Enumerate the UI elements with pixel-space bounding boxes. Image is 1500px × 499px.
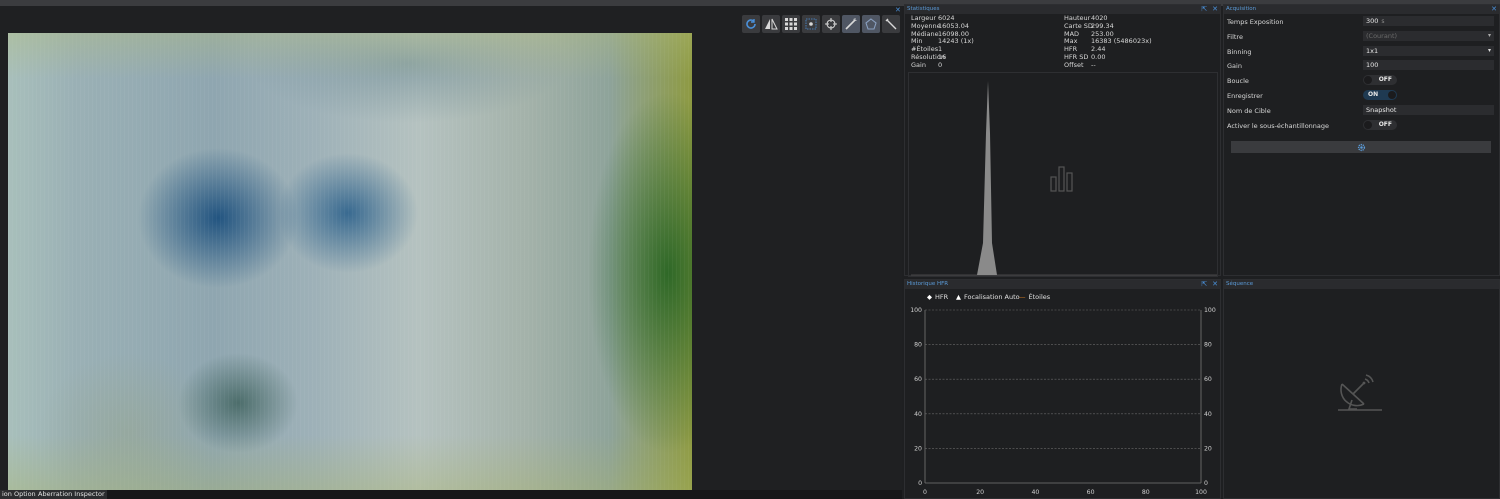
save-row: Enregistrer ON — [1227, 89, 1497, 104]
exposure-input[interactable]: 300 s — [1363, 16, 1494, 26]
image-toolbar — [742, 15, 900, 33]
x-tick-label: 80 — [1142, 489, 1150, 496]
flip-button[interactable] — [762, 15, 780, 33]
stat-label: Gain — [911, 60, 926, 69]
satellite-dish-icon — [1338, 374, 1382, 411]
y-tick-label-right: 20 — [1204, 445, 1212, 452]
close-icon[interactable]: ✕ — [1491, 5, 1497, 14]
gain-label: Gain — [1227, 62, 1242, 71]
statistics-table: Largeur 6024 Hauteur 4020 Moyenne 16053.04 Ca… — [911, 14, 1221, 70]
filter-select[interactable]: (Courant) ▾ — [1363, 30, 1494, 41]
rotate-button[interactable] — [742, 15, 760, 33]
save-toggle[interactable]: ON — [1363, 89, 1397, 100]
filter-row: Filtre (Courant) ▾ — [1227, 30, 1497, 45]
x-tick-label: 40 — [1031, 489, 1039, 496]
close-icon[interactable]: ✕ — [1212, 5, 1218, 14]
grid-button[interactable] — [782, 15, 800, 33]
statistics-panel: Statistiques ⇱ ✕ Largeur 6024 Hauteur 4020 M… — [904, 4, 1221, 277]
binning-label: Binning — [1227, 47, 1252, 56]
bottom-tab-bar — [0, 490, 902, 499]
x-tick-label: 100 — [1195, 489, 1207, 496]
y-tick-label-right: 100 — [1204, 307, 1216, 314]
gain-input[interactable]: 100 — [1363, 60, 1494, 71]
histogram — [908, 72, 1218, 277]
stat-label: Offset — [1064, 60, 1084, 69]
stat-value: 0 — [938, 60, 943, 69]
acquisition-form: Temps Exposition 300 s Filtre (Courant) ▾ … — [1227, 15, 1497, 133]
y-tick-label-right: 80 — [1204, 342, 1212, 349]
exposure-row: Temps Exposition 300 s — [1227, 15, 1497, 30]
pin-icon[interactable]: ⇱ — [1201, 5, 1207, 14]
shape-icon — [865, 18, 877, 30]
star-crosshair-icon — [805, 18, 817, 30]
panel-title: Statistiques — [905, 5, 1220, 14]
x-tick-label: 20 — [976, 489, 984, 496]
target-name-label: Nom de Cible — [1227, 106, 1271, 115]
y-tick-label-right: 40 — [1204, 411, 1212, 418]
tab-options[interactable]: ion Options — [0, 490, 42, 499]
star-detection-button[interactable] — [802, 15, 820, 33]
panel-title: Historique HFR — [905, 280, 1220, 289]
y-tick-label-left: 100 — [910, 307, 922, 314]
plate-solve-button[interactable] — [882, 15, 900, 33]
crosshair-icon — [825, 18, 837, 30]
loop-row: Boucle OFF — [1227, 74, 1497, 89]
stat-value: 14243 (1x) — [938, 37, 974, 46]
x-tick-label: 0 — [923, 489, 927, 496]
wand-icon — [845, 18, 857, 30]
y-tick-label-left: 0 — [918, 480, 922, 487]
stat-value: 1 — [938, 45, 943, 54]
tab-aberration-inspector[interactable]: Aberration Inspector — [36, 490, 107, 499]
subsample-label: Activer le sous-échantillonnage — [1227, 121, 1330, 130]
telescope-icon — [885, 18, 897, 30]
close-icon[interactable]: ✕ — [895, 7, 901, 14]
subsample-row: Activer le sous-échantillonnage OFF — [1227, 119, 1497, 134]
save-label: Enregistrer — [1227, 91, 1263, 100]
refresh-icon — [746, 19, 756, 29]
y-tick-label-right: 0 — [1204, 480, 1208, 487]
target-name-input[interactable]: Snapshot — [1363, 104, 1494, 115]
stat-value: 16 — [938, 52, 947, 61]
target-row: Nom de Cible Snapshot — [1227, 104, 1497, 119]
filter-label: Filtre — [1227, 32, 1243, 41]
captured-image[interactable] — [8, 33, 692, 490]
panel-title: Séquence — [1224, 280, 1499, 289]
crosshair-button[interactable] — [822, 15, 840, 33]
sequence-panel: Séquence — [1223, 279, 1500, 499]
y-tick-label-right: 60 — [1204, 376, 1212, 383]
subsample-toggle[interactable]: OFF — [1363, 119, 1397, 130]
image-panel: ✕ — [0, 6, 902, 490]
hfr-plot: 0 020 2040 4060 6080 80100 1000 20 40 60 80 100 — [910, 307, 1216, 496]
loop-toggle[interactable]: OFF — [1363, 75, 1397, 86]
histogram-peak — [977, 81, 997, 275]
grid-icon — [785, 18, 797, 30]
hfr-history-panel: Historique HFR ⇱ ✕ ◆ HFR ▲ Focalisation Aut… — [904, 279, 1221, 499]
y-tick-label-left: 40 — [914, 411, 922, 418]
panel-title: Acquisition — [1224, 5, 1499, 14]
start-capture-button[interactable] — [1231, 141, 1491, 153]
hfr-chart: ◆ HFR ▲ Focalisation Auto — Étoiles 0 0 20 20 4… — [905, 289, 1221, 499]
close-icon[interactable]: ✕ — [1212, 280, 1218, 289]
autostretch-button[interactable] — [842, 15, 860, 33]
annotate-button[interactable] — [862, 15, 880, 33]
gear-icon — [1357, 143, 1365, 151]
binning-select[interactable]: 1x1 ▾ — [1363, 45, 1494, 56]
gain-row: Gain 100 — [1227, 59, 1497, 74]
bar-chart-icon — [1050, 166, 1073, 192]
loop-label: Boucle — [1227, 77, 1249, 86]
x-tick-label: 60 — [1087, 489, 1095, 496]
exposure-label: Temps Exposition — [1227, 18, 1284, 26]
chevron-down-icon: ▾ — [1487, 31, 1491, 39]
flip-icon — [765, 18, 778, 30]
acquisition-panel: Acquisition ✕ Temps Exposition 300 s Filt… — [1223, 4, 1500, 276]
binning-row: Binning 1x1 ▾ — [1227, 45, 1497, 60]
y-tick-label-left: 20 — [914, 445, 922, 452]
stat-value: -- — [1091, 60, 1096, 69]
pin-icon[interactable]: ⇱ — [1201, 280, 1207, 289]
y-tick-label-left: 80 — [914, 342, 922, 349]
chevron-down-icon: ▾ — [1487, 46, 1491, 54]
y-tick-label-left: 60 — [914, 376, 922, 383]
